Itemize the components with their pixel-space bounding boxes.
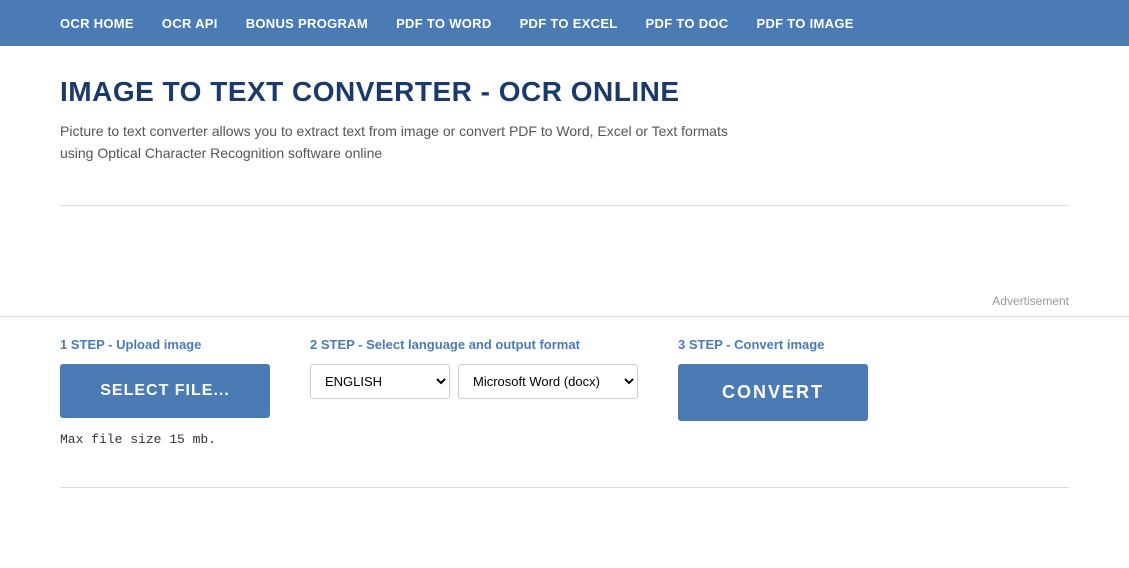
nav-bonus-program[interactable]: BONUS PROGRAM xyxy=(246,16,368,31)
step2-selects: ENGLISH FRENCH GERMAN SPANISH ITALIAN PO… xyxy=(310,364,638,399)
language-select[interactable]: ENGLISH FRENCH GERMAN SPANISH ITALIAN PO… xyxy=(310,364,450,399)
ad-label: Advertisement xyxy=(992,294,1069,308)
step3-label: 3 STEP - Convert image xyxy=(678,337,824,352)
step3-block: 3 STEP - Convert image CONVERT xyxy=(678,337,868,421)
step2-block: 2 STEP - Select language and output form… xyxy=(310,337,638,399)
bottom-divider xyxy=(60,487,1069,488)
advertisement-area: Advertisement xyxy=(0,206,1129,316)
max-file-size-label: Max file size 15 mb. xyxy=(60,432,216,447)
nav-ocr-api[interactable]: OCR API xyxy=(162,16,218,31)
step1-block: 1 STEP - Upload image SELECT FILE... Max… xyxy=(60,337,270,447)
page-description: Picture to text converter allows you to … xyxy=(60,120,840,165)
navbar: OCR HOME OCR API BONUS PROGRAM PDF TO WO… xyxy=(0,0,1129,46)
nav-pdf-to-excel[interactable]: PDF TO EXCEL xyxy=(520,16,618,31)
select-file-button[interactable]: SELECT FILE... xyxy=(60,364,270,418)
page-title: IMAGE TO TEXT CONVERTER - OCR ONLINE xyxy=(60,76,1069,108)
format-select[interactable]: Microsoft Word (docx) Plain Text (txt) P… xyxy=(458,364,638,399)
nav-pdf-to-image[interactable]: PDF TO IMAGE xyxy=(756,16,853,31)
step2-label: 2 STEP - Select language and output form… xyxy=(310,337,580,352)
nav-pdf-to-doc[interactable]: PDF TO DOC xyxy=(646,16,729,31)
steps-section: 1 STEP - Upload image SELECT FILE... Max… xyxy=(0,316,1129,477)
nav-pdf-to-word[interactable]: PDF TO WORD xyxy=(396,16,492,31)
step1-label: 1 STEP - Upload image xyxy=(60,337,201,352)
main-content: IMAGE TO TEXT CONVERTER - OCR ONLINE Pic… xyxy=(0,46,1129,205)
convert-button[interactable]: CONVERT xyxy=(678,364,868,421)
nav-ocr-home[interactable]: OCR HOME xyxy=(60,16,134,31)
